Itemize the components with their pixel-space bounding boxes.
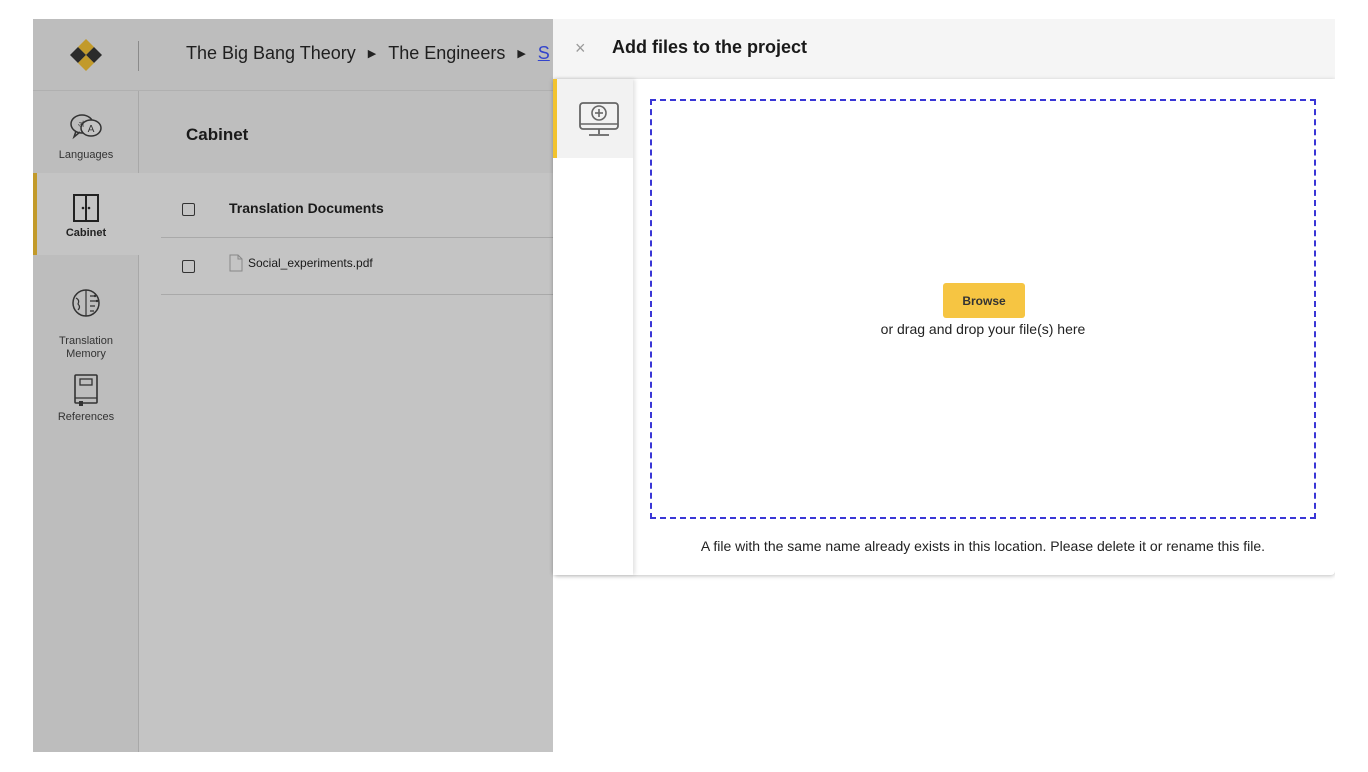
computer-upload-icon [579,102,619,136]
sidebar-item-cabinet[interactable]: Cabinet [33,173,139,255]
sidebar-item-label: Translation Memory [58,335,113,360]
breadcrumb-separator-icon: ▶ [367,48,377,60]
file-icon [229,254,243,272]
sidebar-item-references[interactable]: References [33,373,139,433]
browse-button[interactable]: Browse [943,283,1025,318]
file-dropzone[interactable]: Browse or drag and drop your file(s) her… [650,99,1316,519]
top-bar: The Big Bang Theory ▶ The Engineers ▶ S [33,19,553,91]
dialog-title: Add files to the project [612,37,808,57]
file-name[interactable]: Social_experiments.pdf [248,256,373,270]
table-row[interactable]: Social_experiments.pdf [161,238,553,295]
svg-text:ॳ: ॳ [78,120,85,129]
sidebar-item-languages[interactable]: A ॳ Languages [33,111,139,177]
dialog-header: × Add files to the project [553,19,1335,79]
sidebar-item-label: References [57,411,115,423]
content-header: Cabinet [139,91,553,173]
table-header-row: Translation Documents [161,181,553,238]
brain-icon [72,289,100,317]
select-all-checkbox[interactable] [182,203,195,216]
drop-hint: or drag and drop your file(s) here [880,321,1086,337]
breadcrumb-item-project[interactable]: The Big Bang Theory [186,43,356,64]
svg-text:A: A [88,124,95,135]
tab-upload-from-computer[interactable] [553,79,633,158]
breadcrumb-separator-icon: ▶ [517,48,526,60]
breadcrumb: The Big Bang Theory ▶ The Engineers ▶ S [186,43,550,64]
row-checkbox[interactable] [182,260,195,273]
close-icon[interactable]: × [575,38,586,58]
breadcrumb-item-current[interactable]: S [538,43,550,64]
breadcrumb-item-team[interactable]: The Engineers [388,43,505,64]
upload-source-tabs [553,79,633,575]
sidebar: A ॳ Languages Cabinet Translation Memory… [33,91,139,752]
book-icon [74,374,98,406]
logo-separator [138,41,139,71]
sidebar-item-label: Languages [58,149,114,161]
page-title: Cabinet [186,125,249,144]
cabinet-icon [73,194,99,222]
background-app: The Big Bang Theory ▶ The Engineers ▶ S … [33,19,553,752]
app-window: The Big Bang Theory ▶ The Engineers ▶ S … [33,19,1335,752]
column-header-name: Translation Documents [229,200,384,216]
languages-icon: A ॳ [70,114,102,140]
cabinet-panel: Cabinet Translation Documents Social_exp… [139,91,553,752]
add-files-dialog: × Add files to the project Browse or dra… [553,19,1335,752]
sidebar-item-label: Cabinet [65,227,107,239]
error-message: A file with the same name already exists… [700,538,1266,554]
upload-card: Browse or drag and drop your file(s) her… [553,79,1335,575]
logo-icon [70,39,102,71]
sidebar-item-translation-memory[interactable]: Translation Memory [33,275,139,360]
